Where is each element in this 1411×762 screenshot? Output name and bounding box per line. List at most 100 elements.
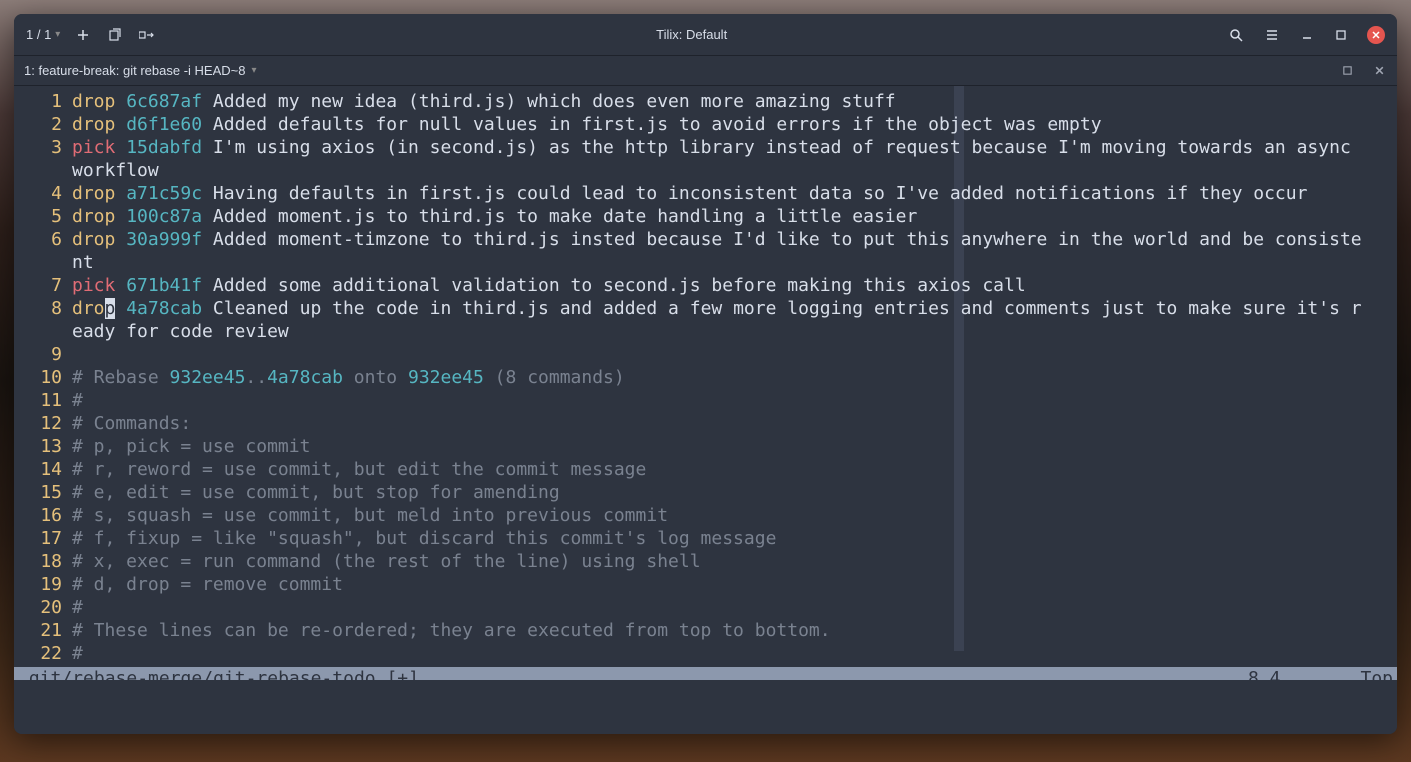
- comment-text: #: [72, 390, 83, 411]
- editor-line: 1drop 6c687af Added my new idea (third.j…: [14, 90, 1397, 113]
- commit-hash: 30a999f: [126, 229, 202, 250]
- editor-line: 12# Commands:: [14, 412, 1397, 435]
- tab-close-button[interactable]: [1371, 63, 1387, 79]
- rebase-action: drop: [72, 206, 115, 227]
- commit-hash: 100c87a: [126, 206, 202, 227]
- rebase-action: pick: [72, 137, 115, 158]
- line-number: 15: [14, 481, 72, 504]
- rebase-action: drop: [72, 91, 115, 112]
- window-title: Tilix: Default: [156, 27, 1227, 42]
- line-number: 22: [14, 642, 72, 665]
- editor-line: 19# d, drop = remove commit: [14, 573, 1397, 596]
- titlebar-right: [1227, 26, 1385, 44]
- commit-message-wrap: eady for code review: [72, 321, 289, 342]
- sync-input-button[interactable]: [138, 26, 156, 44]
- rebase-action: drop: [72, 114, 115, 135]
- editor-line-wrap: workflow: [14, 159, 1397, 182]
- editor-line: 15# e, edit = use commit, but stop for a…: [14, 481, 1397, 504]
- status-file: .git/rebase-merge/git-rebase-todo [+]: [18, 667, 419, 680]
- editor-line: 5drop 100c87a Added moment.js to third.j…: [14, 205, 1397, 228]
- editor-line: 13# p, pick = use commit: [14, 435, 1397, 458]
- editor-line: 6drop 30a999f Added moment-timzone to th…: [14, 228, 1397, 251]
- line-number: 2: [14, 113, 72, 136]
- commit-message: I'm using axios (in second.js) as the ht…: [213, 137, 1351, 158]
- commit-message: Added moment.js to third.js to make date…: [213, 206, 917, 227]
- hamburger-menu-icon[interactable]: [1263, 26, 1281, 44]
- maximize-button[interactable]: [1333, 27, 1349, 43]
- editor-line: 18# x, exec = run command (the rest of t…: [14, 550, 1397, 573]
- commit-message: Added my new idea (third.js) which does …: [213, 91, 896, 112]
- search-icon[interactable]: [1227, 26, 1245, 44]
- comment-text: # r, reword = use commit, but edit the c…: [72, 459, 646, 480]
- line-number: 16: [14, 504, 72, 527]
- commit-hash: 4a78cab: [126, 298, 202, 319]
- status-spacer: [419, 667, 1248, 680]
- editor-line: 3pick 15dabfd I'm using axios (in second…: [14, 136, 1397, 159]
- line-number: 11: [14, 389, 72, 412]
- line-number: 14: [14, 458, 72, 481]
- comment-text: # d, drop = remove commit: [72, 574, 343, 595]
- editor-line-wrap: eady for code review: [14, 320, 1397, 343]
- terminal-tab-label: 1: feature-break: git rebase -i HEAD~8: [24, 63, 245, 78]
- commit-hash: 4a78cab: [267, 367, 343, 388]
- titlebar: 1 / 1 ▾ Tilix: Default: [14, 14, 1397, 56]
- editor-line: 7pick 671b41f Added some additional vali…: [14, 274, 1397, 297]
- comment-text: #: [72, 643, 83, 664]
- rebase-action: pick: [72, 275, 115, 296]
- app-window: 1 / 1 ▾ Tilix: Default: [14, 14, 1397, 734]
- line-number: 12: [14, 412, 72, 435]
- line-number: 8: [14, 297, 72, 320]
- rebase-action: drop: [72, 229, 115, 250]
- comment-text: # These lines can be re-ordered; they ar…: [72, 620, 831, 641]
- line-number: 13: [14, 435, 72, 458]
- chevron-down-icon: ▾: [55, 29, 60, 40]
- line-number: 21: [14, 619, 72, 642]
- comment-text: # p, pick = use commit: [72, 436, 310, 457]
- line-number: 7: [14, 274, 72, 297]
- line-number: 9: [14, 343, 72, 366]
- commit-message-wrap: workflow: [72, 160, 159, 181]
- add-terminal-button[interactable]: [74, 26, 92, 44]
- close-button[interactable]: [1367, 26, 1385, 44]
- tab-maximize-button[interactable]: [1339, 63, 1355, 79]
- commit-message: Added defaults for null values in first.…: [213, 114, 1102, 135]
- editor-line: 22#: [14, 642, 1397, 665]
- comment-text: # s, squash = use commit, but meld into …: [72, 505, 668, 526]
- comment-text: # x, exec = run command (the rest of the…: [72, 551, 701, 572]
- tab-right-controls: [1339, 63, 1387, 79]
- editor-line: 17# f, fixup = like "squash", but discar…: [14, 527, 1397, 550]
- line-number: 17: [14, 527, 72, 550]
- terminal-viewport[interactable]: 1drop 6c687af Added my new idea (third.j…: [14, 86, 1397, 680]
- editor-line: 9: [14, 343, 1397, 366]
- terminal-tab-title[interactable]: 1: feature-break: git rebase -i HEAD~8 ▾: [24, 63, 257, 78]
- line-number: 4: [14, 182, 72, 205]
- new-window-button[interactable]: [106, 26, 124, 44]
- editor-line: 21# These lines can be re-ordered; they …: [14, 619, 1397, 642]
- commit-message: Added moment-timzone to third.js insted …: [213, 229, 1362, 250]
- comment-text: # f, fixup = like "squash", but discard …: [72, 528, 776, 549]
- editor-line: 16# s, squash = use commit, but meld int…: [14, 504, 1397, 527]
- commit-hash: 932ee45: [170, 367, 246, 388]
- session-counter-text: 1 / 1: [26, 27, 51, 42]
- minimize-button[interactable]: [1299, 27, 1315, 43]
- editor-line: 10# Rebase 932ee45..4a78cab onto 932ee45…: [14, 366, 1397, 389]
- commit-hash: 15dabfd: [126, 137, 202, 158]
- editor-content: 1drop 6c687af Added my new idea (third.j…: [14, 90, 1397, 665]
- comment-text: #: [72, 597, 83, 618]
- session-counter[interactable]: 1 / 1 ▾: [26, 27, 60, 42]
- editor-line: 8drop 4a78cab Cleaned up the code in thi…: [14, 297, 1397, 320]
- terminal-blank-area: [14, 680, 1397, 734]
- commit-message: Having defaults in first.js could lead t…: [213, 183, 1308, 204]
- line-number: 10: [14, 366, 72, 389]
- line-number: 20: [14, 596, 72, 619]
- cursor: p: [105, 298, 116, 319]
- commit-hash: 671b41f: [126, 275, 202, 296]
- line-number: 1: [14, 90, 72, 113]
- line-number: 18: [14, 550, 72, 573]
- editor-line: 2drop d6f1e60 Added defaults for null va…: [14, 113, 1397, 136]
- comment-text: # Commands:: [72, 413, 191, 434]
- terminal-tab-bar: 1: feature-break: git rebase -i HEAD~8 ▾: [14, 56, 1397, 86]
- status-scroll-pos: Top: [1360, 667, 1393, 680]
- comment-text: # e, edit = use commit, but stop for ame…: [72, 482, 560, 503]
- comment-text: # Rebase: [72, 367, 170, 388]
